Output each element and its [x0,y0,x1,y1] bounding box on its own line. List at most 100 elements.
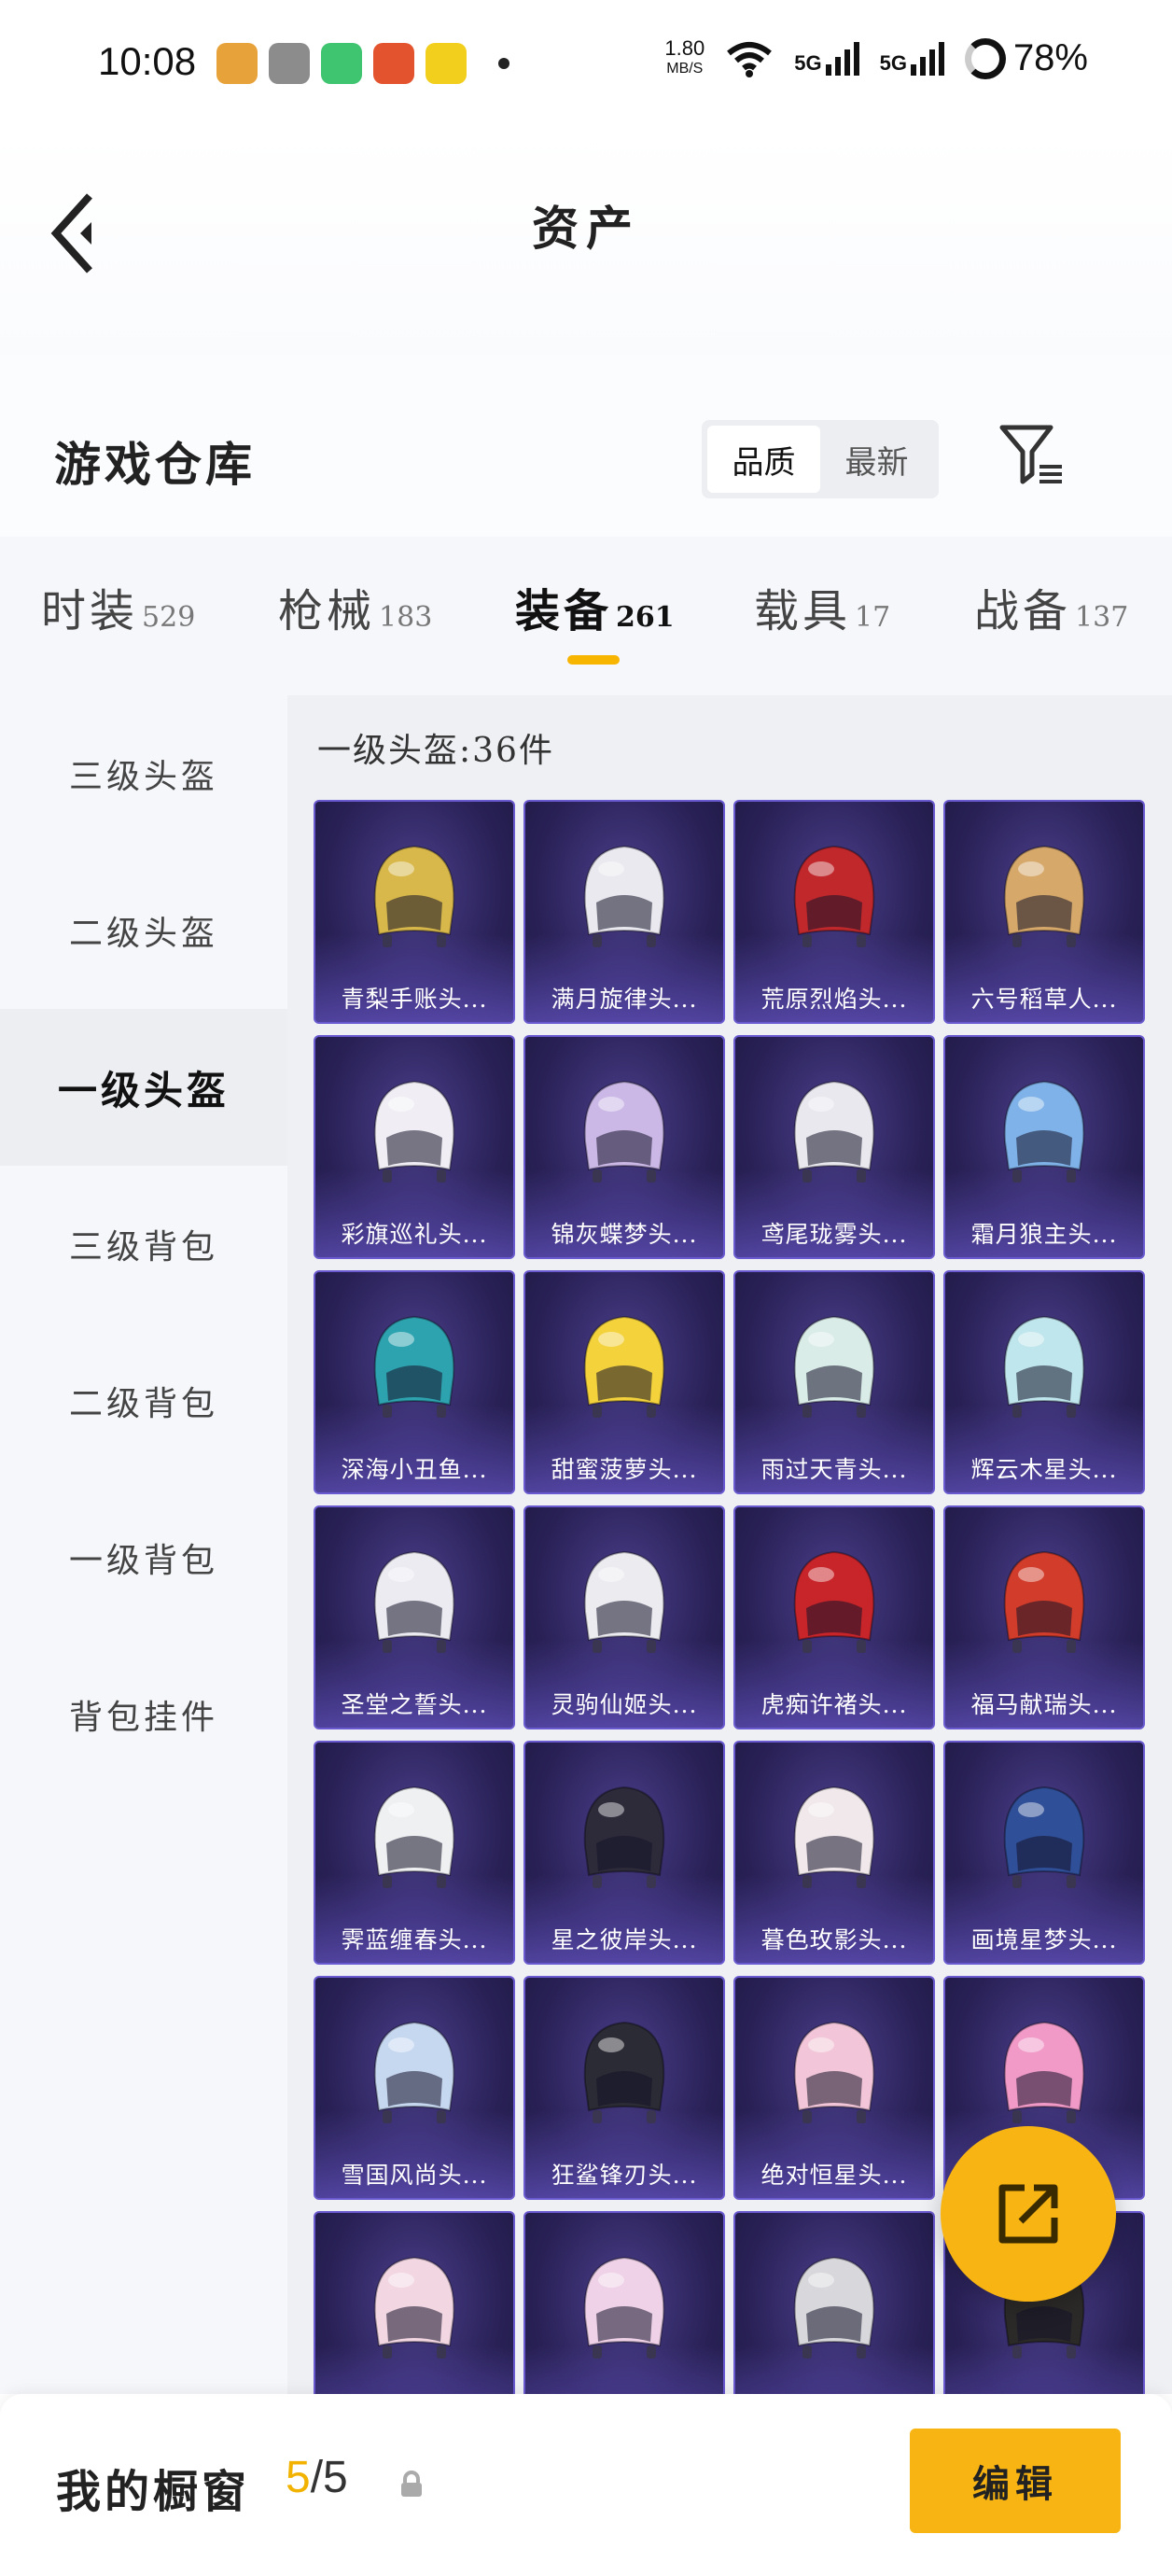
lock-icon [401,2471,422,2497]
tab-count: 261 [616,601,675,634]
signal-bars-icon [825,41,859,76]
network-speed: 1.80 MB/S [664,35,705,79]
item-card[interactable]: 圣堂之誓头... [314,1505,515,1729]
item-card[interactable] [314,2211,515,2394]
network-speed-value: 1.80 [664,35,705,60]
tab-count: 137 [1075,601,1129,634]
item-card[interactable]: 青梨手账头... [314,800,515,1024]
tab-equipment[interactable]: 装备 261 [515,574,675,639]
item-name: 雪国风尚头... [341,2162,488,2189]
side-item-level3-backpack[interactable]: 三级背包 [0,1166,287,1323]
item-card[interactable]: 霜月狼主头... [943,1035,1145,1259]
tab-count: 529 [142,601,196,634]
item-card[interactable]: 深海小丑鱼... [314,1270,515,1494]
app-notification-icon [269,43,310,84]
helmet-icon [583,2021,665,2123]
sort-option-newest[interactable]: 最新 [820,426,933,493]
item-name: 鸢尾珑雾头... [760,1221,908,1248]
helmet-icon [1003,1080,1085,1183]
status-bar: 10:08 1.80 MB/S 5G 5G 78% [0,0,1172,131]
item-card[interactable]: 狂鲨锋刃头... [523,1976,725,2200]
item-card[interactable]: 雪国风尚头... [314,1976,515,2200]
item-card[interactable] [523,2211,725,2394]
item-card[interactable]: 霁蓝缠春头... [314,1741,515,1965]
helmet-icon [373,845,455,947]
item-card[interactable]: 荒原烈焰头... [733,800,935,1024]
side-item-level2-helmet[interactable]: 二级头盔 [0,852,287,1009]
app-notification-icon [373,43,414,84]
warehouse-header: 游戏仓库 品质 最新 [0,355,1172,537]
side-item-level1-backpack[interactable]: 一级背包 [0,1479,287,1636]
sort-toggle: 品质 最新 [702,420,939,498]
item-card[interactable]: 星之彼岸头... [523,1741,725,1965]
category-tabs: 时装 529 枪械 183 装备 261 载具 17 战备 137 [0,537,1172,695]
signal-5g-2: 5G [879,41,944,76]
tab-fashion[interactable]: 时装 529 [41,574,195,639]
signal-bars-icon [910,41,944,76]
side-item-backpack-charm[interactable]: 背包挂件 [0,1636,287,1793]
tab-count: 17 [855,601,891,634]
tab-label: 载具 [754,585,852,637]
item-card[interactable]: 雨过天青头... [733,1270,935,1494]
signal-5g-1-label: 5G [794,50,822,75]
item-name: 满月旋律头... [551,986,698,1013]
item-card[interactable] [733,2211,935,2394]
side-item-level1-helmet[interactable]: 一级头盔 [0,1009,287,1166]
item-name: 虎痴许褚头... [760,1691,908,1718]
signal-5g-2-label: 5G [879,50,907,75]
tab-vehicles[interactable]: 载具 17 [754,574,890,639]
item-card[interactable]: 辉云木星头... [943,1270,1145,1494]
helmet-icon [373,1785,455,1888]
item-card[interactable]: 六号稻草人... [943,800,1145,1024]
item-name: 灵驹仙姬头... [551,1691,698,1718]
tab-label: 枪械 [278,585,376,637]
item-name: 霁蓝缠春头... [341,1926,488,1953]
helmet-icon [373,1315,455,1418]
signal-5g-1: 5G [794,41,859,76]
share-icon [998,2184,1058,2244]
filter-icon[interactable] [998,422,1066,489]
helmet-icon [373,1550,455,1653]
item-name: 辉云木星头... [970,1456,1118,1483]
item-card[interactable]: 暮色玫影头... [733,1741,935,1965]
header: 资产 [0,131,1172,355]
item-card[interactable]: 画境星梦头... [943,1741,1145,1965]
item-name: 雨过天青头... [760,1456,908,1483]
item-card[interactable]: 鸢尾珑雾头... [733,1035,935,1259]
app-notification-icon [321,43,362,84]
item-name: 彩旗巡礼头... [341,1221,488,1248]
status-time: 10:08 [98,39,197,83]
edit-button[interactable]: 编辑 [910,2429,1121,2533]
share-button[interactable] [941,2126,1116,2302]
side-item-level2-backpack[interactable]: 二级背包 [0,1323,287,1479]
helmet-icon [1003,1550,1085,1653]
helmet-icon [1003,1315,1085,1418]
warehouse-title: 游戏仓库 [54,437,256,492]
item-count-heading: 一级头盔:36件 [317,732,554,770]
wifi-icon [727,41,773,77]
tab-label: 装备 [515,585,613,637]
helmet-icon [793,1550,875,1653]
item-card[interactable]: 甜蜜菠萝头... [523,1270,725,1494]
tab-count: 183 [379,601,433,634]
item-card[interactable]: 灵驹仙姬头... [523,1505,725,1729]
item-card[interactable]: 虎痴许褚头... [733,1505,935,1729]
item-name: 福马献瑞头... [970,1691,1118,1718]
item-card[interactable]: 满月旋律头... [523,800,725,1024]
item-name: 青梨手账头... [341,986,488,1013]
item-card[interactable]: 锦灰蝶梦头... [523,1035,725,1259]
item-name: 六号稻草人... [970,986,1118,1013]
tab-supplies[interactable]: 战备 137 [974,574,1128,639]
item-card[interactable]: 彩旗巡礼头... [314,1035,515,1259]
tab-weapons[interactable]: 枪械 183 [278,574,432,639]
helmet-icon [1003,1785,1085,1888]
side-item-level3-helmet[interactable]: 三级头盔 [0,695,287,852]
item-name: 圣堂之誓头... [341,1691,488,1718]
item-card[interactable]: 福马献瑞头... [943,1505,1145,1729]
sort-option-quality[interactable]: 品质 [707,426,820,493]
helmet-icon [793,1315,875,1418]
showcase-total: /5 [310,2453,348,2502]
item-card[interactable]: 绝对恒星头... [733,1976,935,2200]
helmet-icon [373,2021,455,2123]
helmet-icon [793,845,875,947]
